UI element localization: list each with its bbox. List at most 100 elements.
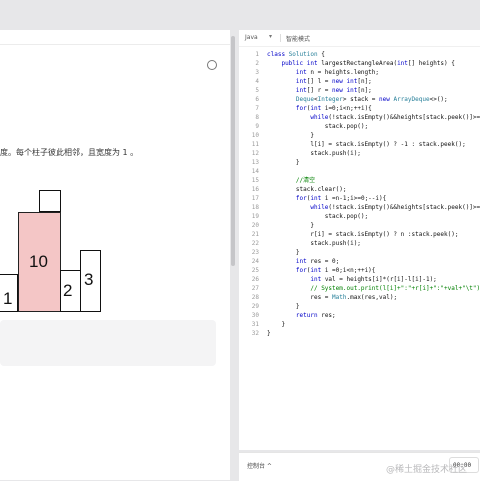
line-number: 10 — [251, 132, 259, 139]
line-number: 8 — [255, 114, 259, 121]
code-line[interactable]: 22 stack.push(i); — [239, 239, 480, 248]
code-line[interactable]: 12 stack.push(i); — [239, 149, 480, 158]
code-token: int — [295, 69, 311, 76]
code-text: int val = heights[i]*(r[i]-l[i]-1); — [267, 275, 436, 284]
language-selector[interactable]: Java — [245, 34, 258, 41]
toolbar-divider — [280, 34, 281, 42]
code-token: while — [310, 114, 329, 121]
line-number: 15 — [251, 177, 259, 184]
code-text: res = Math.max(res,val); — [267, 293, 397, 302]
code-text: stack.pop(); — [267, 212, 368, 221]
line-number: 27 — [251, 285, 259, 292]
code-token: res = 0; — [310, 258, 340, 265]
code-line[interactable]: 24 int res = 0; — [239, 257, 480, 266]
line-number: 2 — [255, 60, 259, 67]
code-token: new int — [332, 87, 358, 94]
editor-toolbar: Java ▾ 智能模式 — [239, 30, 480, 47]
code-text: // System.out.print(l[i]+":"+r[i]+":"+va… — [267, 284, 480, 293]
code-line[interactable]: 28 res = Math.max(res,val); — [239, 293, 480, 302]
code-text: } — [267, 329, 271, 338]
code-line[interactable]: 4 int[] l = new int[n]; — [239, 77, 480, 86]
code-text: } — [267, 131, 314, 140]
code-line[interactable]: 18 while(!stack.isEmpty()&&heights[stack… — [239, 203, 480, 212]
code-line[interactable]: 10 } — [239, 131, 480, 140]
code-line[interactable]: 9 stack.pop(); — [239, 122, 480, 131]
code-line[interactable]: 26 int val = heights[i]*(r[i]-l[i]-1); — [239, 275, 480, 284]
code-line[interactable]: 17 for(int i =n-1;i>=0;--i){ — [239, 194, 480, 203]
code-text: stack.clear(); — [267, 185, 347, 194]
code-line[interactable]: 19 stack.pop(); — [239, 212, 480, 221]
code-token: } — [267, 249, 300, 256]
code-token: } — [267, 132, 314, 139]
code-token: <>(); — [429, 96, 448, 103]
line-number: 14 — [251, 168, 259, 175]
line-number: 19 — [251, 213, 259, 220]
line-number: 5 — [255, 87, 259, 94]
code-token: class — [267, 51, 289, 58]
code-line[interactable]: 25 for(int i =0;i<n;++i){ — [239, 266, 480, 275]
code-text: } — [267, 302, 300, 311]
line-number: 17 — [251, 195, 259, 202]
code-line[interactable]: 31 } — [239, 320, 480, 329]
code-line[interactable]: 30 return res; — [239, 311, 480, 320]
bar-label: 1 — [3, 289, 13, 308]
line-number: 20 — [251, 222, 259, 229]
code-token: new int — [332, 78, 358, 85]
code-text: l[i] = stack.isEmpty() ? -1 : stack.peek… — [267, 140, 465, 149]
code-line[interactable]: 16 stack.clear(); — [239, 185, 480, 194]
line-number: 31 — [251, 321, 259, 328]
code-line[interactable]: 14 — [239, 167, 480, 176]
code-text: int[] r = new int[n]; — [267, 86, 372, 95]
smart-mode-toggle[interactable]: 智能模式 — [286, 34, 310, 43]
code-token: r[i] = stack.isEmpty() ? n :stack.peek()… — [267, 231, 459, 238]
code-line[interactable]: 20 } — [239, 221, 480, 230]
code-token: [n]; — [357, 78, 372, 85]
code-token: int — [310, 195, 325, 202]
code-token: stack.pop(); — [267, 123, 369, 130]
code-editor-panel: Java ▾ 智能模式 1 class Solution {2 public in… — [239, 30, 480, 450]
line-number: 21 — [251, 231, 259, 238]
code-line[interactable]: 15 //清空 — [239, 176, 480, 185]
code-token: for — [295, 267, 307, 274]
code-line[interactable]: 32} — [239, 329, 480, 338]
chevron-down-icon[interactable]: ▾ — [269, 33, 272, 40]
code-line[interactable]: 2 public int largestRectangleArea(int[] … — [239, 59, 480, 68]
code-line[interactable]: 11 l[i] = stack.isEmpty() ? -1 : stack.p… — [239, 140, 480, 149]
code-token: // System.out.print(l[i]+":"+r[i]+":"+va… — [310, 285, 480, 292]
line-number: 22 — [251, 240, 259, 247]
code-line[interactable]: 3 int n = heights.length; — [239, 68, 480, 77]
code-line[interactable]: 27 // System.out.print(l[i]+":"+r[i]+":"… — [239, 284, 480, 293]
line-number: 6 — [255, 96, 259, 103]
code-line[interactable]: 23 } — [239, 248, 480, 257]
code-token: int — [310, 105, 325, 112]
code-line[interactable]: 8 while(!stack.isEmpty()&&heights[stack.… — [239, 113, 480, 122]
console-toggle[interactable]: 控制台 ^ — [247, 461, 272, 470]
scrollbar[interactable] — [231, 36, 235, 266]
code-line[interactable]: 7 for(int i=0;i<n;++i){ — [239, 104, 480, 113]
code-line[interactable]: 6 Deque<Integer> stack = new ArrayDeque<… — [239, 95, 480, 104]
code-text: return res; — [267, 311, 336, 320]
circle-icon[interactable] — [207, 60, 217, 70]
code-token: int — [310, 276, 325, 283]
line-number: 29 — [251, 303, 259, 310]
line-number: 9 — [255, 123, 259, 130]
code-line[interactable]: 21 r[i] = stack.isEmpty() ? n :stack.pee… — [239, 230, 480, 239]
code-line[interactable]: 29 } — [239, 302, 480, 311]
code-token: (!stack.isEmpty()&&heights[stack.peek()]… — [328, 204, 480, 211]
code-text: while(!stack.isEmpty()&&heights[stack.pe… — [267, 113, 480, 122]
code-line[interactable]: 5 int[] r = new int[n]; — [239, 86, 480, 95]
code-line[interactable]: 1 class Solution { — [239, 50, 480, 59]
code-line[interactable]: 13 } — [239, 158, 480, 167]
code-token: int — [310, 267, 325, 274]
code-token: Deque — [295, 96, 314, 103]
code-token: return — [295, 312, 322, 319]
